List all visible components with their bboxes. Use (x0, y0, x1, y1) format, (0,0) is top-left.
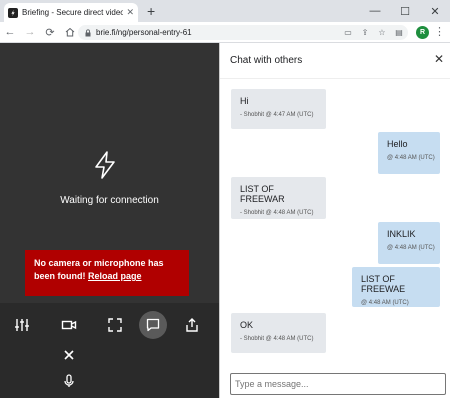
chat-message: OK - Shobhit @ 4:48 AM (UTC) (231, 313, 326, 353)
message-meta: @ 4:48 AM (UTC) (361, 300, 409, 306)
home-icon[interactable] (60, 22, 80, 43)
microphone-icon[interactable] (55, 367, 83, 395)
message-meta: @ 4:48 AM (UTC) (387, 245, 435, 251)
minimize-button[interactable]: — (360, 0, 390, 22)
reading-list-icon[interactable]: ▤ (394, 27, 404, 37)
chat-message: Hi - Shobhit @ 4:47 AM (UTC) (231, 89, 326, 129)
message-text: OK (240, 320, 254, 330)
browser-toolbar: ← → ⟳ brie.fi/ng/personal-entry-61 ▭ ⇪ ☆… (0, 22, 450, 43)
tab-close-icon[interactable]: ✕ (126, 7, 134, 18)
message-text: Hello (387, 139, 408, 149)
media-error-alert: No camera or microphone has been found! … (25, 250, 189, 296)
lock-icon (85, 28, 91, 36)
message-meta: @ 4:48 AM (UTC) (387, 155, 435, 161)
browser-menu-icon[interactable]: ⋮ (434, 25, 445, 38)
forward-arrow-icon[interactable]: → (20, 22, 40, 43)
message-input[interactable] (231, 374, 445, 394)
message-meta: - Shobhit @ 4:48 AM (UTC) (240, 210, 314, 216)
chat-message: LIST OF FREEWAE @ 4:48 AM (UTC) (352, 267, 440, 307)
chat-message: LIST OF FREEWAR - Shobhit @ 4:48 AM (UTC… (231, 177, 326, 219)
chat-message: INKLIK @ 4:48 AM (UTC) (378, 222, 440, 264)
share-upload-icon[interactable] (178, 311, 206, 339)
back-arrow-icon[interactable]: ← (0, 22, 20, 43)
cast-icon[interactable]: ▭ (343, 27, 353, 37)
bookmark-star-icon[interactable]: ☆ (377, 27, 387, 37)
video-stage: Waiting for connection No camera or micr… (0, 43, 219, 303)
chat-title: Chat with others (230, 55, 303, 66)
message-text: INKLIK (387, 229, 416, 239)
message-text: Hi (240, 96, 249, 106)
address-bar[interactable]: brie.fi/ng/personal-entry-61 ▭ ⇪ ☆ ▤ (78, 25, 408, 40)
chat-message: Hello @ 4:48 AM (UTC) (378, 132, 440, 174)
connection-status: Waiting for connection (60, 195, 159, 206)
share-icon[interactable]: ⇪ (360, 27, 370, 37)
browser-tab[interactable]: Briefing - Secure direct video co ✕ (4, 3, 138, 22)
message-text: LIST OF FREEWAE (361, 274, 406, 294)
call-controls (0, 303, 219, 398)
message-meta: - Shobhit @ 4:47 AM (UTC) (240, 112, 314, 118)
tab-title: Briefing - Secure direct video co (22, 8, 124, 17)
chat-toggle-icon[interactable] (139, 311, 167, 339)
video-area: Waiting for connection No camera or micr… (0, 43, 219, 398)
fullscreen-icon[interactable] (101, 311, 129, 339)
new-tab-button[interactable]: + (147, 3, 155, 19)
reload-page-link[interactable]: Reload page (88, 271, 142, 281)
message-text: LIST OF FREEWAR (240, 184, 285, 204)
hangup-close-icon[interactable] (55, 341, 83, 369)
reload-icon[interactable]: ⟳ (40, 22, 60, 43)
maximize-button[interactable]: ☐ (390, 0, 420, 22)
video-camera-icon[interactable] (55, 311, 83, 339)
chat-header: Chat with others ✕ (220, 43, 450, 79)
message-input-wrapper (230, 373, 446, 395)
close-chat-icon[interactable]: ✕ (434, 52, 444, 66)
briefing-favicon-icon (8, 7, 18, 18)
url-text: brie.fi/ng/personal-entry-61 (96, 28, 192, 37)
lightning-bolt-icon (95, 151, 115, 179)
chat-panel: Chat with others ✕ Hi - Shobhit @ 4:47 A… (219, 43, 450, 398)
settings-sliders-icon[interactable] (8, 311, 36, 339)
profile-avatar[interactable]: R (416, 26, 429, 39)
window-close-button[interactable]: ✕ (420, 0, 450, 22)
message-meta: - Shobhit @ 4:48 AM (UTC) (240, 336, 314, 342)
browser-tab-strip: Briefing - Secure direct video co ✕ + — … (0, 0, 450, 22)
